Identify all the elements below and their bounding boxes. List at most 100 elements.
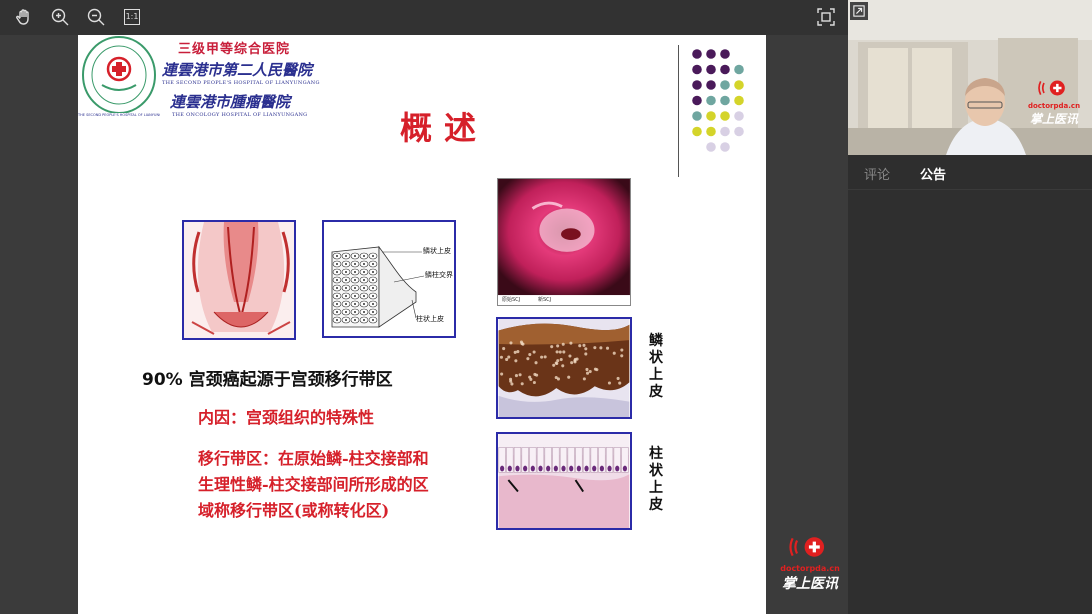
decor-dot xyxy=(706,64,716,75)
diagram-cell-nucleus xyxy=(336,319,338,321)
histology-nucleus xyxy=(519,340,523,344)
hand-tool-button[interactable] xyxy=(12,5,36,29)
epithelium-diagram-image: 鳞状上皮 鳞柱交界 柱状上皮 xyxy=(322,220,456,338)
diagram-cell-nucleus xyxy=(354,311,356,313)
histology-nucleus xyxy=(616,376,620,381)
histology-nucleus xyxy=(516,350,520,354)
diagram-cell-nucleus xyxy=(345,287,347,289)
histology-nucleus xyxy=(509,341,513,345)
decor-dot xyxy=(720,64,730,75)
histology-nucleus xyxy=(532,350,536,354)
decor-dot xyxy=(706,142,716,152)
diagram-cell-nucleus xyxy=(372,279,374,281)
doctorpda-logo-icon xyxy=(789,537,825,557)
histology-nucleus xyxy=(559,358,563,362)
viewer-watermark-brand: 掌上医讯 xyxy=(782,576,838,592)
decor-dot xyxy=(734,80,744,90)
decor-dot xyxy=(706,80,716,90)
histology-nucleus xyxy=(593,346,597,350)
decor-dot xyxy=(720,111,730,121)
diagram-label-columnar: 柱状上皮 xyxy=(416,315,444,323)
diagram-cell-nucleus xyxy=(345,271,347,273)
actual-size-icon: 1:1 xyxy=(124,9,140,25)
diagram-cell-nucleus xyxy=(336,255,338,257)
histology-nucleus xyxy=(550,345,554,349)
histology-nucleus xyxy=(540,355,544,359)
document-viewer[interactable]: THE SECOND PEOPLE'S HOSPITAL OF LIANYUNG… xyxy=(0,35,848,614)
histology-nucleus xyxy=(532,380,536,385)
decor-dot xyxy=(692,64,702,75)
histology-nucleus xyxy=(584,352,588,356)
speaker-video[interactable]: doctorpda.cn 掌上医讯 xyxy=(848,0,1092,155)
histology-nucleus xyxy=(562,350,566,354)
decor-dot xyxy=(692,49,702,59)
diagram-cell-nucleus xyxy=(354,279,356,281)
doctorpda-logo-icon xyxy=(1038,80,1065,96)
hospital-name-oncology: 連雲港市腫瘤醫院 xyxy=(170,93,291,111)
diagram-cell-nucleus xyxy=(345,279,347,281)
histology-nucleus xyxy=(502,347,506,351)
histology-nucleus xyxy=(582,343,586,347)
viewer-watermark-domain: doctorpda.cn xyxy=(780,564,840,573)
histology-nucleus xyxy=(509,379,513,383)
diagram-cell-nucleus xyxy=(336,263,338,265)
video-expand-button[interactable] xyxy=(850,2,868,20)
histology-nucleus xyxy=(513,350,517,354)
fullscreen-icon xyxy=(817,8,835,26)
diagram-cell-nucleus xyxy=(363,263,365,265)
diagram-cell-nucleus xyxy=(372,255,374,257)
histology-nucleus xyxy=(510,382,514,386)
zoom-in-button[interactable] xyxy=(48,5,72,29)
diagram-cell-nucleus xyxy=(363,295,365,297)
diagram-cell-nucleus xyxy=(345,263,347,265)
columnar-cell-nucleus xyxy=(599,465,604,472)
colposcopy-caption-right: 新SCJ xyxy=(538,297,552,303)
internal-cause-text: 内因：宫颈组织的特殊性 xyxy=(198,408,375,427)
histology-nucleus xyxy=(556,344,560,348)
decor-dot xyxy=(692,95,702,106)
diagram-cell-nucleus xyxy=(363,319,365,321)
histology-nucleus xyxy=(607,381,611,385)
tab-comments[interactable]: 评论 xyxy=(864,164,890,183)
diagram-cell-nucleus xyxy=(354,303,356,305)
hand-icon xyxy=(16,9,29,25)
histology-nucleus xyxy=(507,355,511,359)
columnar-cell-nucleus xyxy=(553,465,558,472)
diagram-cell-nucleus xyxy=(372,319,374,321)
video-watermark: doctorpda.cn 掌上医讯 xyxy=(1024,78,1084,127)
columnar-cell-nucleus xyxy=(607,465,612,472)
decor-dot xyxy=(734,64,744,75)
diagram-cell-nucleus xyxy=(363,279,365,281)
actual-size-button[interactable]: 1:1 xyxy=(120,5,144,29)
divider-line xyxy=(678,45,679,177)
histology-nucleus xyxy=(578,344,582,348)
diagram-cell-nucleus xyxy=(336,287,338,289)
hospital-grade-text: 三级甲等综合医院 xyxy=(178,42,291,57)
histology-nucleus xyxy=(582,377,586,381)
histology-nucleus xyxy=(618,381,622,385)
tab-announcement[interactable]: 公告 xyxy=(920,164,946,183)
diagram-label-junction: 鳞柱交界 xyxy=(425,271,453,279)
fullscreen-button[interactable] xyxy=(814,5,838,29)
columnar-cell-nucleus xyxy=(530,465,535,472)
histology-nucleus xyxy=(556,359,560,363)
diagram-cell-nucleus xyxy=(354,255,356,257)
cervix-anatomy-image xyxy=(182,220,296,340)
columnar-cell-nucleus xyxy=(515,465,520,472)
histology-nucleus xyxy=(552,363,556,367)
decor-dot xyxy=(720,49,730,59)
colposcopy-caption-left: 原始SCJ xyxy=(502,297,521,303)
columnar-cell-nucleus xyxy=(576,465,581,472)
diagram-cell-nucleus xyxy=(372,263,374,265)
hospital-name-second: 連雲港市第二人民醫院 xyxy=(162,61,313,79)
histology-nucleus xyxy=(620,354,624,358)
diagram-label-squamous: 鳞状上皮 xyxy=(423,247,451,255)
columnar-cell-nucleus xyxy=(523,465,528,472)
diagram-cell-nucleus xyxy=(336,279,338,281)
zoom-out-button[interactable] xyxy=(84,5,108,29)
diagram-cell-nucleus xyxy=(354,287,356,289)
diagram-cell-nucleus xyxy=(345,255,347,257)
histology-nucleus xyxy=(570,361,574,365)
histology-nucleus xyxy=(612,351,616,355)
histology-nucleus xyxy=(499,355,503,359)
